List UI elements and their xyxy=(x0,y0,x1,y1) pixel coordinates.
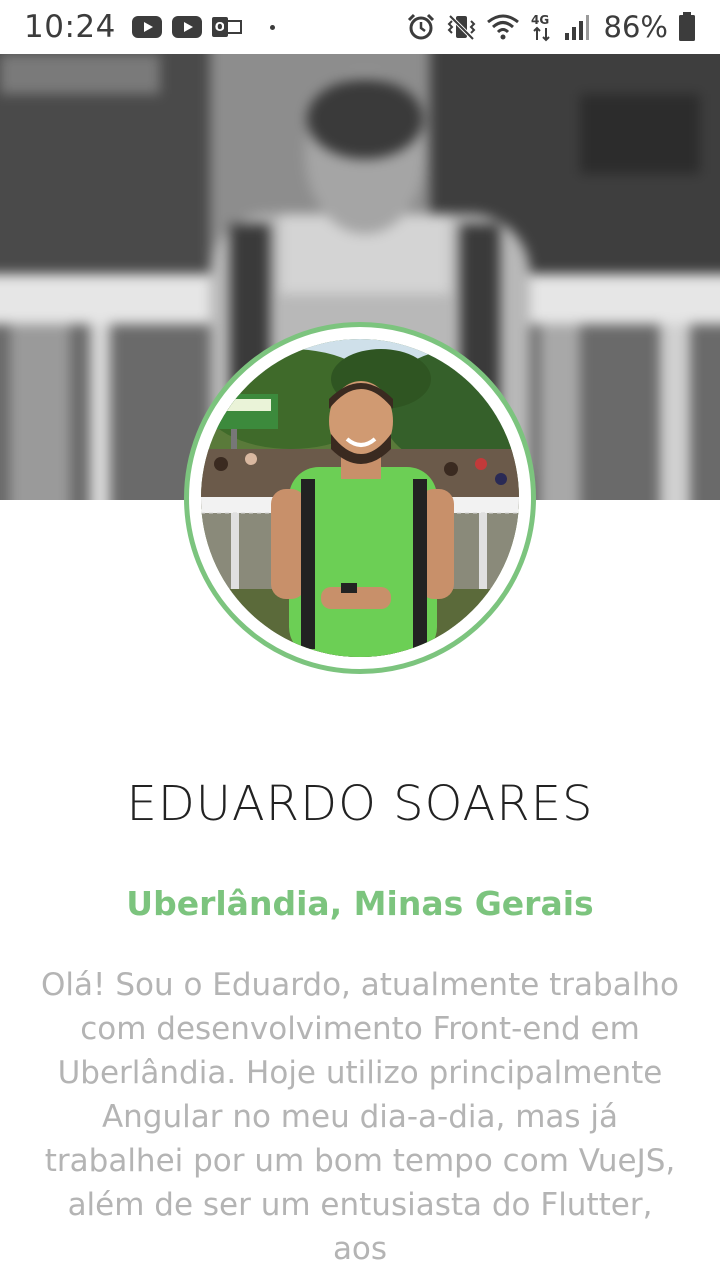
avatar-photo xyxy=(201,339,519,657)
svg-text:4G: 4G xyxy=(531,13,549,27)
avatar-image xyxy=(201,339,519,657)
vibrate-icon xyxy=(447,14,475,41)
4g-icon: 4G xyxy=(531,13,550,42)
avatar[interactable] xyxy=(184,322,536,674)
profile-location: Uberlândia, Minas Gerais xyxy=(126,884,594,923)
outlook-icon: O xyxy=(211,16,242,38)
notification-icons: O xyxy=(131,16,275,38)
alarm-icon xyxy=(407,13,434,40)
dot-icon xyxy=(269,24,275,30)
youtube-icon xyxy=(171,16,202,38)
signal-icon xyxy=(564,15,589,40)
status-time: 10:24 xyxy=(24,9,116,45)
battery-icon xyxy=(679,12,695,41)
youtube-icon xyxy=(131,16,162,38)
wifi-icon xyxy=(486,14,519,40)
battery-percentage: 86% xyxy=(603,10,668,44)
profile-bio: Olá! Sou o Eduardo, atualmente trabalho … xyxy=(41,967,679,1267)
status-bar: 10:24 O 4G 86% xyxy=(0,0,720,54)
system-icons: 4G 86% xyxy=(406,10,696,44)
profile-name: EDUARDO SOARES xyxy=(126,776,594,832)
